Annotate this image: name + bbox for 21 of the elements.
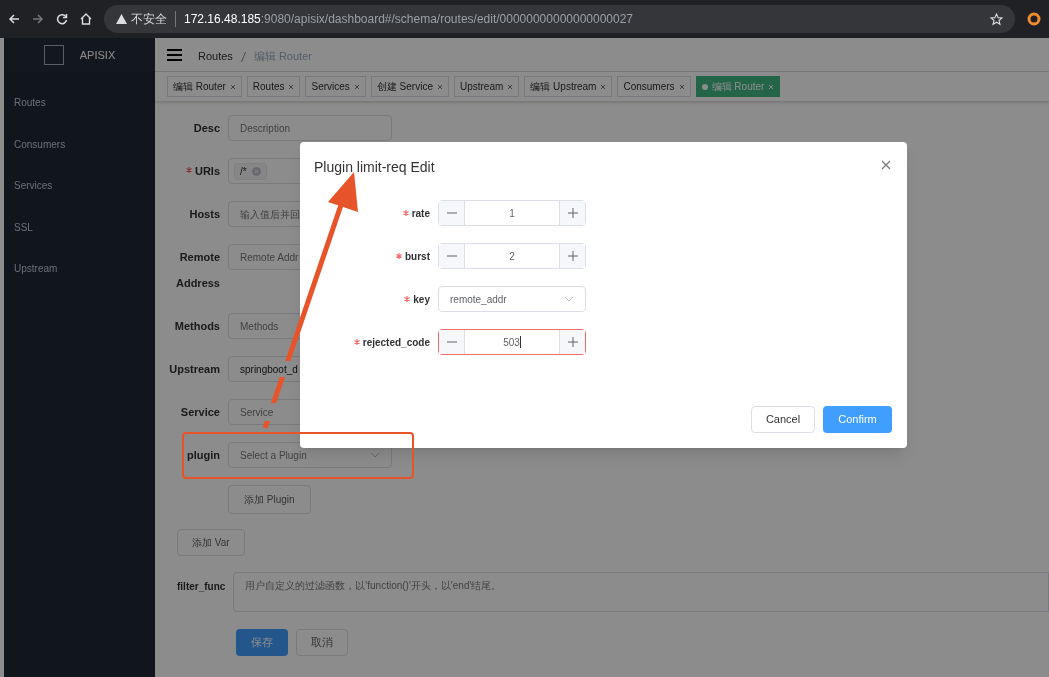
field-label: filter_func: [177, 580, 226, 594]
modal-title: Plugin limit-req Edit: [314, 158, 435, 177]
field-label: Remote Address: [174, 250, 220, 291]
tag: /*: [234, 162, 267, 180]
field-label: Service: [180, 405, 220, 420]
field-label: rate: [411, 206, 430, 221]
stepper-value: 2: [509, 249, 515, 264]
field-label: Desc: [193, 121, 220, 136]
field-label: key: [413, 292, 430, 307]
stepper-value: 503: [503, 335, 520, 350]
field-label: Upstream: [169, 362, 220, 377]
field-label: Methods: [174, 319, 220, 334]
security-label: 不安全: [131, 11, 167, 28]
field-label: Hosts: [189, 207, 220, 222]
field-label: URIs: [194, 164, 220, 179]
stepper-value: 1: [509, 206, 515, 221]
field-label: burst: [405, 249, 430, 264]
field-label: rejected_code: [362, 335, 430, 350]
url-text: 172.16.48.185:9080/apisix/dashboard#/schema/routes/edit/00000000000000000027: [184, 11, 634, 28]
brand-name: APISIX: [79, 47, 116, 63]
field-label: plugin: [187, 448, 220, 463]
